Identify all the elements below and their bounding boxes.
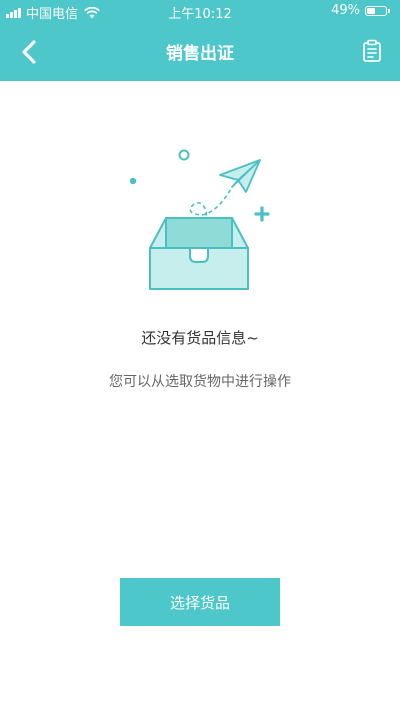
clipboard-icon (363, 39, 381, 62)
empty-state-title: 还没有货品信息~ (141, 329, 259, 347)
battery-level-fill (367, 7, 375, 14)
status-right: 49% (331, 3, 390, 18)
status-bar: 中国电信 上午10:12 49% (0, 0, 400, 22)
battery-icon (365, 5, 387, 16)
records-button[interactable] (358, 37, 386, 65)
select-goods-label: 选择货品 (169, 593, 230, 612)
select-goods-button[interactable]: 选择货品 (120, 578, 280, 626)
empty-state-hint: 您可以从选取货物中进行操作 (109, 374, 291, 390)
page-title: 销售出证 (166, 44, 234, 64)
battery-percent: 49% (331, 3, 360, 18)
app-header: 中国电信 上午10:12 49% 销售出证 (0, 0, 400, 81)
nav-bar: 销售出证 (0, 22, 400, 81)
battery-nub (388, 8, 390, 13)
empty-box-paper-plane-icon (129, 149, 270, 290)
empty-state-illustration (120, 140, 280, 300)
